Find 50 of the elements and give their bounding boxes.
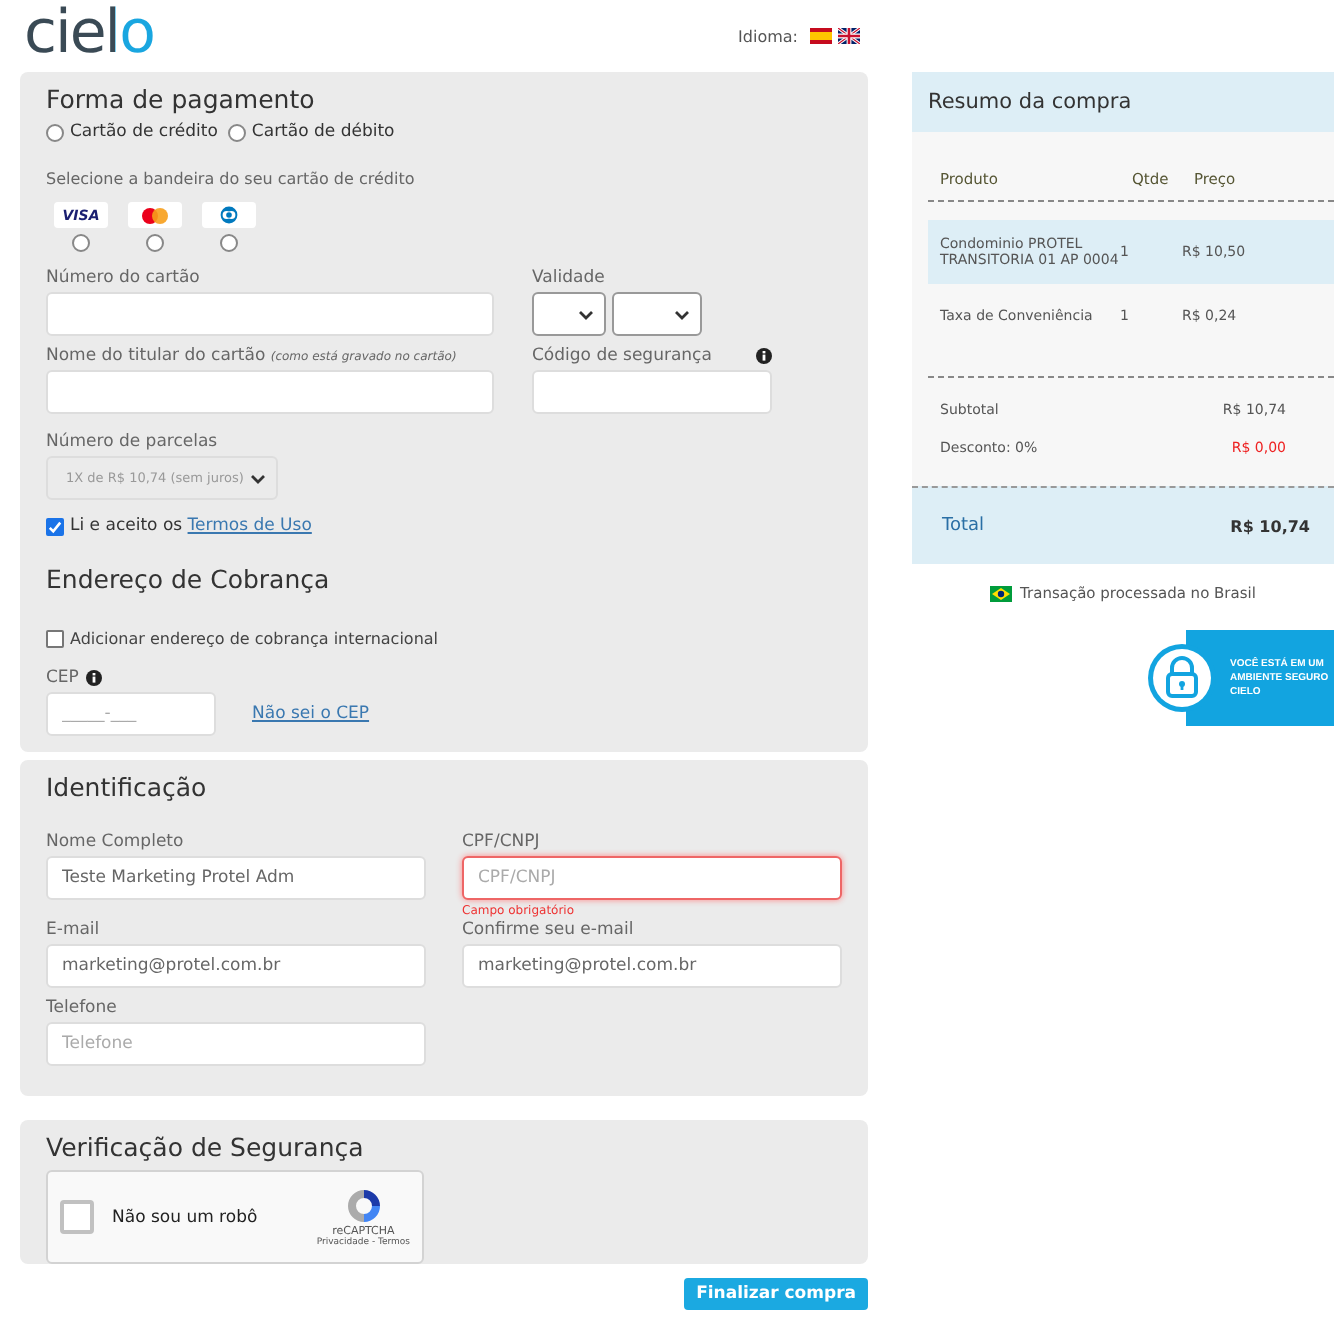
dropdown[interactable] xyxy=(612,292,702,336)
field-label: Validade xyxy=(532,268,607,288)
caret-icon xyxy=(674,309,690,319)
field-label: Código de segurança xyxy=(532,346,712,366)
field-label: CEP xyxy=(46,668,79,688)
caret-icon xyxy=(250,473,266,483)
radio-button[interactable] xyxy=(72,234,90,252)
flag-icon[interactable] xyxy=(838,28,860,44)
input-field[interactable]: CPF/CNPJ xyxy=(462,856,842,900)
checkbox-label[interactable]: Não sou um robô xyxy=(112,1207,317,1227)
section-title: Endereço de Cobrança xyxy=(46,562,332,598)
radio-label[interactable]: Cartão de débito xyxy=(251,122,395,142)
dropdown[interactable] xyxy=(532,292,606,336)
recaptcha-icon xyxy=(343,1186,384,1226)
radio-button[interactable] xyxy=(146,234,164,252)
language-label: Idioma: xyxy=(738,27,798,45)
input-field[interactable]: Teste Marketing Protel Adm xyxy=(46,856,426,900)
checkbox[interactable] xyxy=(46,517,64,535)
section-title: Forma de pagamento xyxy=(46,82,317,118)
checkbox[interactable] xyxy=(60,1200,94,1234)
info-icon xyxy=(86,670,103,686)
radio-button[interactable] xyxy=(220,234,238,252)
cep-link[interactable]: Não sei o CEP xyxy=(252,704,370,724)
checkmark-icon xyxy=(48,519,62,533)
section-title: Identificação xyxy=(46,770,209,806)
circles-icon xyxy=(140,207,170,223)
brand-prompt: Selecione a bandeira do seu cartão de crédito xyxy=(46,170,417,188)
field-label: Número do cartão xyxy=(46,268,202,288)
summary-title: Resumo da compra xyxy=(912,72,1334,132)
field-label: Confirme seu e-mail xyxy=(462,920,636,940)
radio-button[interactable] xyxy=(227,123,246,141)
field-label: Nome Completo xyxy=(46,832,186,852)
radio-label[interactable]: Cartão de crédito xyxy=(70,122,218,142)
total-label: Total xyxy=(942,516,985,536)
input-field[interactable]: marketing@protel.com.br xyxy=(46,944,426,988)
field-label: Número de parcelas xyxy=(46,432,220,452)
terms-link[interactable]: Termos de Uso xyxy=(187,516,312,536)
caret-icon xyxy=(578,309,594,319)
input-field[interactable]: marketing@protel.com.br xyxy=(462,944,842,988)
info-icon xyxy=(756,348,772,364)
checkbox-label[interactable]: Adicionar endereço de cobrança internacional xyxy=(70,630,439,648)
section-title: Verificação de Segurança xyxy=(46,1130,366,1166)
radio-button[interactable] xyxy=(46,123,64,141)
terms-text: Li e aceito os Termos de Uso xyxy=(70,516,312,536)
checkbox[interactable] xyxy=(46,630,64,648)
field-label: E-mail xyxy=(46,920,102,940)
field-label: Telefone xyxy=(46,998,119,1018)
total-value: R$ 10,74 xyxy=(1230,517,1310,535)
flag-icon xyxy=(990,585,1013,601)
field-label: CPF/CNPJ xyxy=(462,832,542,852)
